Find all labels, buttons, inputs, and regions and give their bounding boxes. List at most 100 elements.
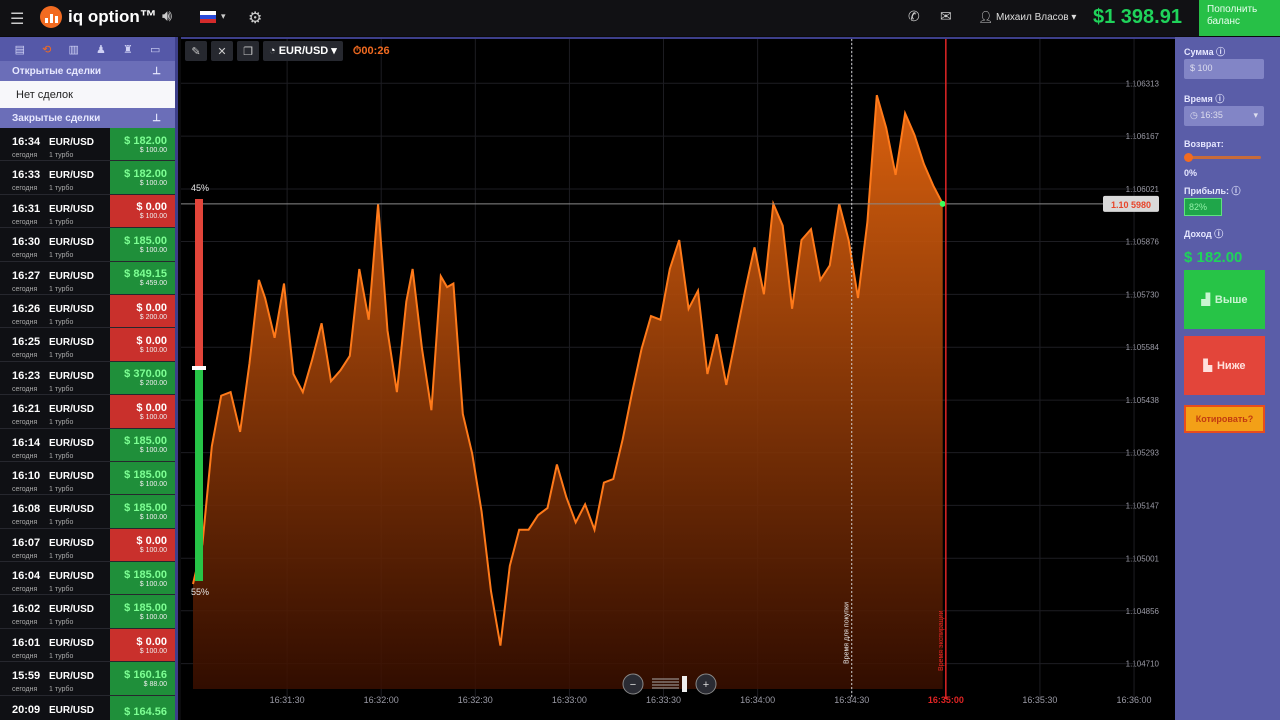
deal-type: 1 турбо xyxy=(49,686,74,694)
deal-type: 1 турбо xyxy=(49,218,74,226)
deal-payout: $ 370.00 xyxy=(124,368,167,381)
deal-row[interactable]: 16:02 EUR/USD сегодня 1 турбо $ 185.00 $ 100.… xyxy=(0,595,175,629)
expiry-time-value: 16:35 xyxy=(1200,110,1223,120)
quote-button[interactable]: Котировать? xyxy=(1184,405,1265,433)
deal-pair: EUR/USD xyxy=(49,303,95,315)
deal-row[interactable]: 16:07 EUR/USD сегодня 1 турбо $ 0.00 $ 100.00 xyxy=(0,528,175,563)
deal-payout: $ 185.00 xyxy=(124,234,167,247)
countdown-value: 00:26 xyxy=(361,44,390,57)
higher-button[interactable]: ▟ Выше xyxy=(1184,270,1265,329)
info-icon[interactable]: ⓘ xyxy=(1216,47,1225,57)
deal-stake: $ 100.00 xyxy=(139,547,167,555)
deal-result: $ 185.00 $ 100.00 xyxy=(110,461,175,495)
deal-stake: $ 100.00 xyxy=(139,647,167,655)
amount-input[interactable]: $ 100 xyxy=(1184,59,1264,79)
info-icon[interactable]: ⓘ xyxy=(1215,94,1224,104)
y-tick-label: 1.105584 xyxy=(1126,343,1160,352)
deal-row[interactable]: 16:25 EUR/USD сегодня 1 турбо $ 0.00 $ 100.00 xyxy=(0,328,175,362)
deal-payout: $ 849.15 xyxy=(124,268,167,281)
price-chart[interactable]: 1.106313 1.106167 1.106021 1.105876 1.105730… xyxy=(181,39,1175,720)
info-icon[interactable]: ⓘ xyxy=(1232,186,1241,196)
chart-icon[interactable]: ▥ xyxy=(68,43,78,56)
chart-area[interactable]: 1.106313 1.106167 1.106021 1.105876 1.105730… xyxy=(181,37,1175,720)
deal-row[interactable]: 16:26 EUR/USD сегодня 1 турбо $ 0.00 $ 200.00 xyxy=(0,294,175,329)
pin-icon[interactable]: ⊥ xyxy=(152,66,161,77)
draw-icon[interactable]: ✎ xyxy=(185,41,207,61)
phone-icon[interactable]: ✆ xyxy=(908,8,920,25)
deal-row[interactable]: 16:27 EUR/USD сегодня 1 турбо $ 849.15 $ 459.… xyxy=(0,261,175,295)
y-tick-label: 1.105730 xyxy=(1126,290,1160,299)
deal-stake: $ 100.00 xyxy=(139,614,167,622)
deal-row[interactable]: 16:34 EUR/USD сегодня 1 турбо $ 182.00 $ 100.… xyxy=(0,128,175,162)
language-flag-icon[interactable] xyxy=(200,11,216,23)
info-icon[interactable]: ⓘ xyxy=(1214,229,1223,239)
closed-deals-header[interactable]: Закрытые сделки ⊥ xyxy=(0,108,175,128)
deal-row[interactable]: 16:21 EUR/USD сегодня 1 турбо $ 0.00 $ 100.00 xyxy=(0,395,175,429)
asset-chevron-icon: ▾ xyxy=(331,45,337,57)
deal-time: 16:30 xyxy=(12,236,41,249)
deal-type: 1 турбо xyxy=(49,419,74,427)
deal-stake: $ 100.00 xyxy=(139,413,167,421)
deal-stake: $ 100.00 xyxy=(139,513,167,521)
deal-payout: $ 182.00 xyxy=(124,168,167,181)
deal-result: $ 182.00 $ 100.00 xyxy=(110,161,175,194)
return-slider-handle[interactable] xyxy=(1184,153,1193,162)
deal-stake: $ 100.00 xyxy=(139,480,167,488)
deal-row[interactable]: 16:10 EUR/USD сегодня 1 турбо $ 185.00 $ 100.… xyxy=(0,461,175,496)
brand-name: iq option™ xyxy=(68,7,157,26)
lower-button[interactable]: ▙ Ниже xyxy=(1184,336,1265,395)
user-name[interactable]: Михаил Власов ▾ xyxy=(996,12,1076,23)
y-tick-label: 1.104710 xyxy=(1126,660,1160,669)
people-icon[interactable]: ♟ xyxy=(96,43,106,56)
deal-row[interactable]: 16:33 EUR/USD сегодня 1 турбо $ 182.00 $ 100.… xyxy=(0,161,175,195)
deal-row[interactable]: 15:59 EUR/USD сегодня 1 турбо $ 160.16 $ 88.0… xyxy=(0,662,175,696)
return-label: Возврат: xyxy=(1184,139,1224,149)
expiry-time-select[interactable]: ◷ 16:35 ▾ xyxy=(1184,106,1264,126)
open-deals-header[interactable]: Открытые сделки ⊥ xyxy=(0,61,175,81)
history-icon[interactable]: ⟲ xyxy=(42,43,51,56)
deal-row[interactable]: 16:23 EUR/USD сегодня 1 турбо $ 370.00 $ 200.… xyxy=(0,361,175,396)
trophy-icon[interactable]: ♜ xyxy=(123,43,133,56)
deal-row[interactable]: 20:09EUR/USD (O... $ 164.56 xyxy=(0,695,175,720)
logo[interactable]: iq option™ xyxy=(40,6,157,28)
deal-row[interactable]: 16:01 EUR/USD сегодня 1 турбо $ 0.00 $ 100.00 xyxy=(0,628,175,663)
deal-stake: $ 459.00 xyxy=(139,280,167,288)
deal-row[interactable]: 16:30 EUR/USD сегодня 1 турбо $ 185.00 $ 100.… xyxy=(0,228,175,262)
deal-info: 20:09EUR/USD (O... xyxy=(0,696,110,720)
deal-pair: EUR/USD xyxy=(49,170,95,182)
deal-day: сегодня xyxy=(12,552,38,560)
deposit-button[interactable]: Пополнить баланс xyxy=(1199,0,1280,36)
chart-toolbar: ✎ ✕ ❐ ◔ EUR/USD ▾ ⏱︎00:26 xyxy=(185,41,390,61)
mail-icon[interactable]: ✉ xyxy=(940,8,952,25)
x-tick-label: 16:33:30 xyxy=(646,695,681,705)
deal-row[interactable]: 16:04 EUR/USD сегодня 1 турбо $ 185.00 $ 100.… xyxy=(0,562,175,596)
sound-icon[interactable]: 🔊︎ xyxy=(162,8,172,26)
deal-payout: $ 182.00 xyxy=(124,134,167,147)
settings-icon[interactable]: ⚙ xyxy=(248,8,262,28)
layers-icon[interactable]: ❐ xyxy=(237,41,259,61)
return-slider[interactable] xyxy=(1184,153,1261,162)
deal-day: сегодня xyxy=(12,352,38,360)
chat-icon[interactable]: ▭ xyxy=(150,43,160,56)
language-chevron-icon[interactable]: ▾ xyxy=(221,11,226,22)
deal-info: 16:34 EUR/USD сегодня 1 турбо xyxy=(0,128,110,160)
deals-list-icon[interactable]: ▤ xyxy=(15,43,25,56)
deal-payout: $ 0.00 xyxy=(136,301,167,314)
deal-info: 16:30 EUR/USD сегодня 1 турбо xyxy=(0,228,110,260)
deal-row[interactable]: 16:31 EUR/USD сегодня 1 турбо $ 0.00 $ 100.00 xyxy=(0,194,175,229)
chart-up-icon: ▟ xyxy=(1201,294,1210,306)
deal-info: 16:08 EUR/USD сегодня 1 турбо xyxy=(0,495,110,527)
deal-row[interactable]: 16:08 EUR/USD сегодня 1 турбо $ 185.00 $ 100.… xyxy=(0,495,175,529)
deal-meta: сегодня 1 турбо xyxy=(12,252,110,259)
clear-icon[interactable]: ✕ xyxy=(211,41,233,61)
deal-type: 1 турбо xyxy=(49,452,74,460)
pin-icon[interactable]: ⊥ xyxy=(152,113,161,124)
deal-time: 16:04 xyxy=(12,570,41,583)
deal-pair: EUR/USD xyxy=(49,437,95,449)
menu-icon[interactable]: ☰ xyxy=(10,9,24,29)
deal-time: 20:09 xyxy=(12,703,41,716)
asset-select[interactable]: ◔ EUR/USD ▾ xyxy=(263,41,343,61)
deal-row[interactable]: 16:14 EUR/USD сегодня 1 турбо $ 185.00 $ 100.… xyxy=(0,428,175,462)
user-icon: 👤︎ xyxy=(978,10,994,24)
deal-day: сегодня xyxy=(12,419,38,427)
